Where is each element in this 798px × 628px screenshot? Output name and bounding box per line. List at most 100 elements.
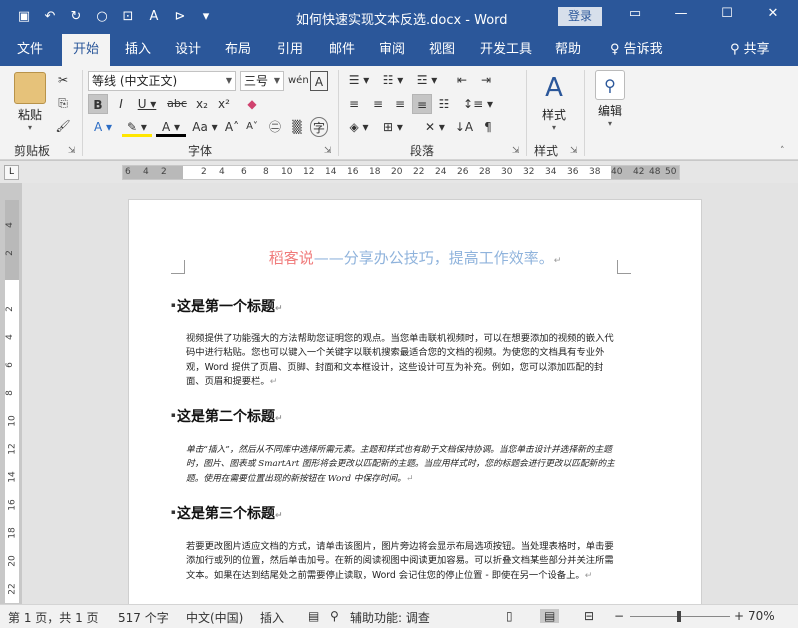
read-mode-icon[interactable]: ▯ [506,609,513,623]
horizontal-ruler[interactable]: 6 4 2 2 4 6 8 10 12 14 16 18 20 22 24 26… [122,165,680,180]
paragraph-1[interactable]: 视频提供了功能强大的方法帮助您证明您的观点。当您单击联机视频时，可以在想要添加的… [186,332,618,390]
login-button[interactable]: 登录 [558,7,602,26]
clipboard-launcher-icon[interactable]: ⇲ [68,146,76,156]
font-name-combo[interactable]: 等线 (中文正文) ▼ [88,71,236,91]
shading-icon[interactable]: ◈ ▾ [344,117,374,137]
font-color-icon[interactable]: A ▾ [156,117,186,137]
italic-button[interactable]: I [112,94,130,114]
zoom-slider-thumb[interactable] [677,611,681,622]
bullets-icon[interactable]: ☰ ▾ [344,70,374,90]
borders-icon[interactable]: ⊞ ▾ [378,117,408,137]
tab-references[interactable]: 引用 [268,34,312,66]
minimize-icon[interactable]: — [666,6,696,21]
tab-design[interactable]: 设计 [166,34,210,66]
page-header[interactable]: 稻客说——分享办公技巧，提高工作效率。↵ [129,247,701,268]
subscript-button[interactable]: x₂ [192,94,212,114]
tab-help[interactable]: 帮助 [546,34,590,66]
numbering-icon[interactable]: ☷ ▾ [378,70,408,90]
page-count[interactable]: 第 1 页，共 1 页 [8,609,99,626]
decrease-indent-icon[interactable]: ⇤ [452,70,472,90]
cut-icon[interactable]: ✂ [54,70,72,90]
paragraph-3[interactable]: 若要更改图片适应文档的方式，请单击该图片，图片旁边将会显示布局选项按钮。当处理表… [186,540,618,583]
strikethrough-button[interactable]: abc [166,94,188,114]
clear-formatting-icon[interactable]: ◆ [242,94,262,114]
align-left-icon[interactable]: ≡ [344,94,364,114]
font-size-combo[interactable]: 三号 ▼ [240,71,284,91]
editing-button[interactable]: ⚲ 编辑 ▾ [590,70,630,128]
paragraph-2[interactable]: 单击“插入”，然后从不同库中选择所需元素。主题和样式也有助于文档保持协调。当您单… [186,443,618,486]
vertical-ruler[interactable]: 4 2 2 4 6 8 10 12 14 16 18 20 22 [4,199,20,604]
tab-insert[interactable]: 插入 [116,34,160,66]
tab-view[interactable]: 视图 [420,34,464,66]
character-shading-icon[interactable]: ▒ [288,117,306,137]
distributed-icon[interactable]: ☷ [434,94,454,114]
format-painter-icon[interactable]: ⊡ [118,8,138,26]
maximize-icon[interactable]: ☐ [712,6,742,21]
redo-icon[interactable]: ↻ [66,8,86,26]
font-style-icon[interactable]: A [144,8,164,26]
character-border-icon[interactable]: A [310,71,328,91]
align-center-icon[interactable]: ≡ [368,94,388,114]
sort-icon[interactable]: ↓A [454,117,474,137]
format-painter-icon[interactable]: 🖌 [54,116,72,136]
tab-home[interactable]: 开始 [62,34,110,66]
heading-3[interactable]: 这是第三个标题↵ [171,503,283,523]
zoom-level[interactable]: 70% [748,609,775,623]
justify-icon[interactable]: ≡ [412,94,432,114]
collapse-ribbon-icon[interactable]: ˄ [780,146,785,156]
underline-button[interactable]: U ▾ [134,94,160,114]
web-layout-icon[interactable]: ⊟ [584,609,594,623]
undo-icon[interactable]: ↶ [40,8,60,26]
close-icon[interactable]: ✕ [758,6,788,21]
accessibility-status[interactable]: 辅助功能: 调查 [350,609,430,626]
grow-font-icon[interactable]: A˄ [224,117,240,137]
print-layout-icon[interactable]: ▤ [540,609,560,623]
text-effects-icon[interactable]: A ▾ [88,117,118,137]
increase-indent-icon[interactable]: ⇥ [476,70,496,90]
share-button[interactable]: ⚲ 共享 [730,34,770,66]
tab-developer[interactable]: 开发工具 [474,34,538,66]
tab-file[interactable]: 文件 [8,34,52,66]
tab-mailings[interactable]: 邮件 [320,34,364,66]
styles-launcher-icon[interactable]: ⇲ [570,146,578,156]
document-page[interactable]: 稻客说——分享办公技巧，提高工作效率。↵ 这是第一个标题↵ 视频提供了功能强大的… [128,199,702,619]
insert-mode[interactable]: 插入 [260,609,284,626]
encircle-icon[interactable]: 字 [310,117,328,137]
paragraph-launcher-icon[interactable]: ⇲ [512,146,520,156]
macro-record-icon[interactable]: ▤ [308,609,319,623]
heading-2[interactable]: 这是第二个标题↵ [171,406,283,426]
styles-button[interactable]: A 样式 ▾ [532,72,576,132]
tab-review[interactable]: 审阅 [370,34,414,66]
select-icon[interactable]: ⊳ [170,8,190,26]
change-case-icon[interactable]: Aa ▾ [190,117,220,137]
ribbon-display-icon[interactable]: ▭ [620,6,650,21]
language-indicator[interactable]: 中文(中国) [186,609,243,626]
ruler-tick: 16 [7,499,18,511]
tell-me-box[interactable]: ♀ 告诉我 [610,34,663,66]
highlight-icon[interactable]: ✎ ▾ [122,117,152,137]
heading-1[interactable]: 这是第一个标题↵ [171,296,283,316]
tab-selector[interactable]: L [4,165,19,180]
multilevel-list-icon[interactable]: ☲ ▾ [412,70,442,90]
font-launcher-icon[interactable]: ⇲ [324,146,332,156]
line-spacing-icon[interactable]: ↕≡ ▾ [462,94,494,114]
shrink-font-icon[interactable]: A˅ [244,117,260,137]
align-right-icon[interactable]: ≡ [390,94,410,114]
copy-icon[interactable]: ⎘ [54,93,72,113]
superscript-button[interactable]: x² [214,94,234,114]
show-marks-icon[interactable]: ¶ [478,117,498,137]
document-canvas[interactable]: 稻客说——分享办公技巧，提高工作效率。↵ 这是第一个标题↵ 视频提供了功能强大的… [22,183,798,619]
zoom-out-icon[interactable]: − [614,609,624,623]
tab-layout[interactable]: 布局 [216,34,260,66]
chinese-layout-icon[interactable]: ✕ ▾ [420,117,450,137]
paste-button[interactable]: 粘贴 ▾ [8,72,52,132]
ruler-margin-top [5,200,19,280]
word-count[interactable]: 517 个字 [118,609,169,626]
circle-icon[interactable]: ○ [92,8,112,26]
save-icon[interactable]: ▣ [14,8,34,26]
bold-button[interactable]: B [88,94,108,114]
enclose-character-icon[interactable]: ㊁ [266,117,284,137]
customize-qat-icon[interactable]: ▾ [196,8,216,26]
phonetic-guide-icon[interactable]: wén [288,71,309,91]
zoom-in-icon[interactable]: + [734,609,744,623]
